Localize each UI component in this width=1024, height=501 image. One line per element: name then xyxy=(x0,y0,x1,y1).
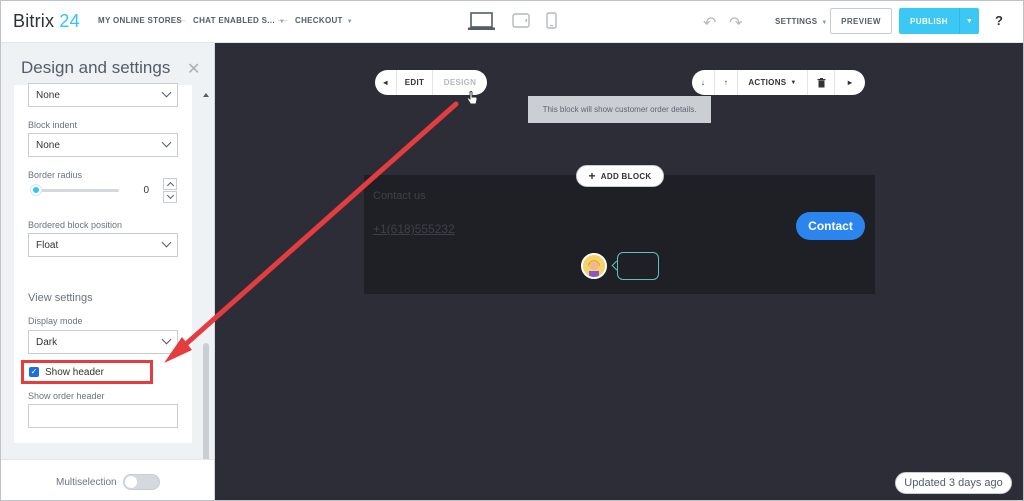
move-down-icon[interactable]: ↓ xyxy=(692,70,715,95)
top-select[interactable]: None xyxy=(28,83,178,107)
bordered-position-label: Bordered block position xyxy=(28,220,123,230)
top-bar: Bitrix 24 MY ONLINE STORES — CHAT ENABLE… xyxy=(1,1,1023,43)
design-button[interactable]: DESIGN xyxy=(433,70,487,95)
border-radius-label: Border radius xyxy=(28,170,83,180)
sidebar-scrollbar[interactable] xyxy=(201,85,211,485)
multiselection-label: Multiselection xyxy=(56,477,117,488)
app-window: Bitrix 24 MY ONLINE STORES — CHAT ENABLE… xyxy=(0,0,1024,501)
breadcrumb-separator: — xyxy=(176,15,185,25)
sidebar-footer: Multiselection xyxy=(1,459,214,500)
chat-bubble[interactable] xyxy=(617,252,659,280)
redo-icon[interactable]: ↷ xyxy=(729,13,742,33)
stepper-up-icon[interactable] xyxy=(163,178,177,190)
publish-button[interactable]: PUBLISH ▼ xyxy=(899,8,979,34)
show-header-label: Show header xyxy=(45,366,104,378)
scrollbar-thumb[interactable] xyxy=(203,343,209,473)
logo-text: Bitrix xyxy=(13,11,55,31)
block-tooltip: This block will show customer order deta… xyxy=(528,96,711,123)
sidebar-title: Design and settings xyxy=(21,58,171,77)
close-icon[interactable]: ✕ xyxy=(187,59,200,79)
chevron-down-icon xyxy=(161,87,172,98)
avatar xyxy=(581,253,607,279)
chevron-down-icon: ▼ xyxy=(790,79,797,86)
block-indent-select[interactable]: None xyxy=(28,133,178,157)
show-header-checkbox-row[interactable]: ✓ Show header xyxy=(21,360,153,384)
view-settings-title: View settings xyxy=(28,292,93,304)
show-order-header-input[interactable] xyxy=(28,404,178,428)
editor-canvas: ◂ EDIT DESIGN ↓ ↑ ACTIONS ▼ ▸ This block … xyxy=(215,43,1023,500)
toggle-knob xyxy=(125,476,137,488)
move-up-icon[interactable]: ↑ xyxy=(715,70,738,95)
updated-status: Updated 3 days ago xyxy=(895,472,1012,494)
chevron-left-icon[interactable]: ◂ xyxy=(375,70,397,95)
trash-icon[interactable] xyxy=(808,70,835,95)
help-icon[interactable]: ? xyxy=(995,13,1003,28)
show-order-header-label: Show order header xyxy=(28,391,105,401)
scroll-up-icon[interactable] xyxy=(203,93,209,97)
breadcrumb-chat-enabled[interactable]: CHAT ENABLED S... ▼ xyxy=(193,16,285,25)
edit-button[interactable]: EDIT xyxy=(397,70,433,95)
mobile-icon[interactable] xyxy=(546,12,557,29)
plus-icon: + xyxy=(588,169,596,183)
publish-label: PUBLISH xyxy=(910,16,948,26)
view-settings-panel: View settings Display mode Dark Show ord… xyxy=(14,275,192,443)
breadcrumb-my-online-stores[interactable]: MY ONLINE STORES xyxy=(98,16,182,25)
undo-icon[interactable]: ↶ xyxy=(703,13,716,33)
show-header-checkbox[interactable]: ✓ xyxy=(29,367,39,377)
chevron-down-icon: ▼ xyxy=(821,20,828,26)
chevron-down-icon xyxy=(161,137,172,148)
contact-block[interactable]: Contact us +1(618)555232 Contact xyxy=(364,175,875,294)
stepper-down-icon[interactable] xyxy=(163,191,177,203)
actions-menu[interactable]: ACTIONS ▼ xyxy=(738,70,808,95)
settings-sidebar: Design and settings ✕ None Block indent … xyxy=(1,43,215,500)
preview-button[interactable]: PREVIEW xyxy=(830,8,892,34)
chevron-right-icon[interactable]: ▸ xyxy=(835,70,865,95)
phone-link[interactable]: +1(618)555232 xyxy=(373,222,455,236)
contact-us-heading: Contact us xyxy=(373,190,426,202)
breadcrumb-separator: — xyxy=(278,15,287,25)
border-radius-input[interactable]: 0 xyxy=(126,180,154,200)
breadcrumb-checkout[interactable]: CHECKOUT ▼ xyxy=(295,16,353,25)
chevron-down-icon xyxy=(161,237,172,248)
settings-menu[interactable]: SETTINGS ▼ xyxy=(775,17,828,26)
chevron-down-icon: ▼ xyxy=(346,19,353,25)
tablet-icon[interactable] xyxy=(512,13,530,28)
chevron-down-icon xyxy=(161,334,172,345)
publish-dropdown-icon[interactable]: ▼ xyxy=(959,8,979,34)
block-actions-toolbar: ↓ ↑ ACTIONS ▼ ▸ xyxy=(692,70,865,95)
border-radius-slider-handle[interactable] xyxy=(31,185,41,195)
logo-number: 24 xyxy=(59,11,80,31)
bordered-position-select[interactable]: Float xyxy=(28,233,178,257)
display-mode-label: Display mode xyxy=(28,316,83,326)
block-indent-label: Block indent xyxy=(28,120,78,130)
logo[interactable]: Bitrix 24 xyxy=(13,11,80,32)
contact-button[interactable]: Contact xyxy=(796,212,865,240)
add-block-button[interactable]: + ADD BLOCK xyxy=(576,165,664,187)
display-mode-select[interactable]: Dark xyxy=(28,330,178,354)
multiselection-toggle[interactable] xyxy=(123,474,160,490)
desktop-icon[interactable] xyxy=(468,12,495,31)
border-radius-slider-track[interactable] xyxy=(31,189,119,192)
hand-cursor-icon xyxy=(466,91,478,105)
